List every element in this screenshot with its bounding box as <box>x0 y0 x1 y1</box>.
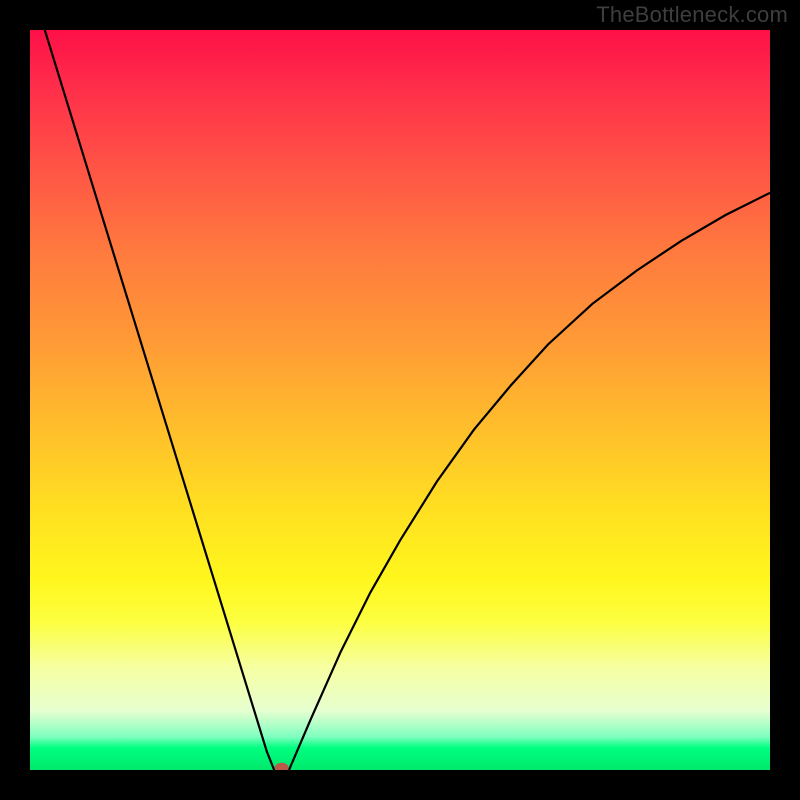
plot-area <box>30 30 770 770</box>
curve-group <box>45 30 770 770</box>
watermark-text: TheBottleneck.com <box>596 2 788 28</box>
chart-svg <box>30 30 770 770</box>
curve-left <box>45 30 274 770</box>
curve-right <box>289 193 770 770</box>
chart-frame: TheBottleneck.com <box>0 0 800 800</box>
min-point-marker <box>275 763 289 770</box>
